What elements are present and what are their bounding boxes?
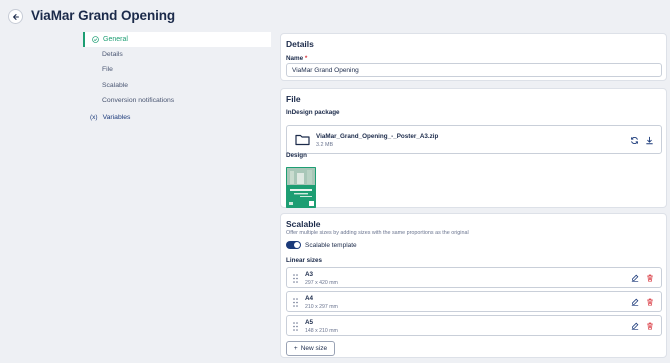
size-dimensions: 210 x 297 mm bbox=[305, 304, 338, 310]
download-icon[interactable] bbox=[645, 136, 654, 145]
edit-icon[interactable] bbox=[631, 274, 639, 282]
scalable-toggle[interactable] bbox=[286, 241, 301, 249]
file-card: File InDesign package ViaMar_Grand_Openi… bbox=[280, 88, 667, 208]
refresh-icon[interactable] bbox=[630, 136, 639, 145]
sidebar-item-label: General bbox=[103, 36, 128, 43]
size-name: A5 bbox=[305, 319, 314, 326]
size-row-a5: A5 148 x 210 mm bbox=[286, 315, 662, 336]
name-input[interactable]: ViaMar Grand Opening bbox=[286, 63, 662, 77]
sidebar-item-scalable[interactable]: Scalable bbox=[102, 82, 128, 89]
poster-thumbnail-image bbox=[286, 167, 316, 208]
arrow-left-icon bbox=[12, 13, 19, 20]
new-size-label: New size bbox=[300, 345, 328, 352]
scalable-description: Offer multiple sizes by adding sizes wit… bbox=[286, 230, 469, 236]
size-name: A4 bbox=[305, 295, 314, 302]
sidebar-item-details[interactable]: Details bbox=[102, 51, 123, 58]
sidebar-item-variables[interactable]: (x) Variables bbox=[90, 114, 130, 121]
new-size-button[interactable]: + New size bbox=[286, 341, 335, 356]
edit-icon[interactable] bbox=[631, 322, 639, 330]
page-header: ViaMar Grand Opening bbox=[0, 0, 670, 32]
folder-icon bbox=[295, 134, 310, 146]
sidebar-item-conversion-notifications[interactable]: Conversion notifications bbox=[102, 97, 174, 104]
trash-icon[interactable] bbox=[646, 298, 654, 306]
indesign-file: ViaMar_Grand_Opening_-_Poster_A3.zip 3.2… bbox=[286, 125, 662, 154]
sidebar-item-general[interactable]: General bbox=[83, 32, 271, 47]
file-name: ViaMar_Grand_Opening_-_Poster_A3.zip bbox=[316, 133, 439, 140]
size-row-a3: A3 297 x 420 mm bbox=[286, 267, 662, 288]
linear-sizes-label: Linear sizes bbox=[286, 257, 323, 264]
scalable-title: Scalable bbox=[286, 219, 321, 229]
file-size: 3.2 MB bbox=[316, 142, 334, 148]
scalable-toggle-label: Scalable template bbox=[305, 242, 357, 249]
sidebar-item-file[interactable]: File bbox=[102, 66, 113, 73]
page-title: ViaMar Grand Opening bbox=[31, 8, 176, 23]
size-dimensions: 148 x 210 mm bbox=[305, 328, 338, 334]
details-title: Details bbox=[286, 39, 314, 49]
scalable-card: Scalable Offer multiple sizes by adding … bbox=[280, 213, 667, 358]
size-dimensions: 297 x 420 mm bbox=[305, 280, 338, 286]
design-thumbnail[interactable] bbox=[286, 167, 316, 208]
name-label: Name * bbox=[286, 55, 307, 62]
drag-handle-icon[interactable] bbox=[293, 274, 298, 283]
check-circle-icon bbox=[92, 36, 99, 43]
edit-icon[interactable] bbox=[631, 298, 639, 306]
drag-handle-icon[interactable] bbox=[293, 322, 298, 331]
trash-icon[interactable] bbox=[646, 274, 654, 282]
size-name: A3 bbox=[305, 271, 314, 278]
required-mark: * bbox=[304, 55, 308, 62]
size-row-a4: A4 210 x 297 mm bbox=[286, 291, 662, 312]
back-button[interactable] bbox=[8, 9, 23, 24]
indesign-package-label: InDesign package bbox=[286, 109, 340, 116]
sidebar-item-label: Variables bbox=[102, 114, 131, 121]
design-label: Design bbox=[286, 152, 307, 159]
drag-handle-icon[interactable] bbox=[293, 298, 298, 307]
trash-icon[interactable] bbox=[646, 322, 654, 330]
file-title: File bbox=[286, 94, 301, 104]
name-label-text: Name bbox=[286, 55, 304, 62]
variable-icon: (x) bbox=[90, 114, 98, 121]
toggle-knob bbox=[294, 242, 300, 248]
details-card: Details Name * ViaMar Grand Opening bbox=[280, 33, 667, 81]
plus-icon: + bbox=[293, 345, 298, 352]
